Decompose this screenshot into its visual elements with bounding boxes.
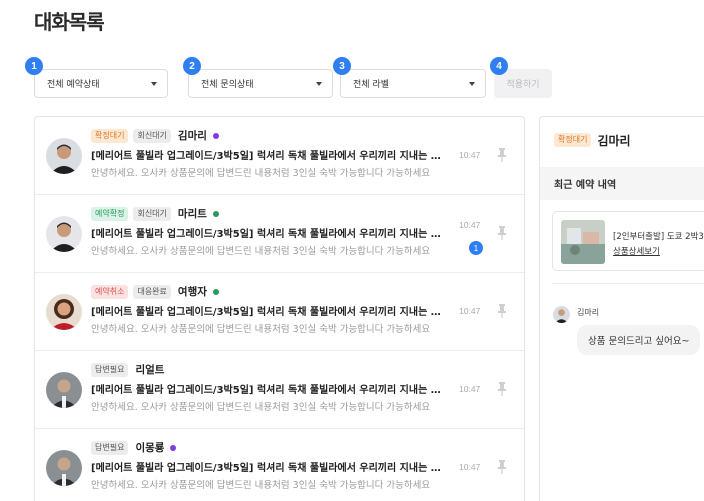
conversation-row[interactable]: 확정대기 회신대기 김마리 [메리어트 풀빌라 업그레이드/3박5일] 럭셔리 … [35, 117, 524, 195]
customer-name: 여행자 [177, 286, 207, 298]
customer-name: 마리트 [177, 208, 207, 220]
pin-icon[interactable] [496, 226, 508, 240]
row-tags: 답변필요 이몽룡 [91, 440, 177, 455]
conversation-list: 확정대기 회신대기 김마리 [메리어트 풀빌라 업그레이드/3박5일] 럭셔리 … [34, 116, 525, 501]
status-badge: 답변필요 [91, 362, 129, 377]
recent-bookings-heading: 최근 예약 내역 [540, 167, 704, 200]
conversation-time: 10:47 [459, 150, 481, 160]
customer-name: 김마리 [177, 130, 207, 142]
pin-icon[interactable] [496, 148, 508, 162]
reservation-status-select[interactable]: 전체 예약상태 [34, 69, 168, 98]
pin-icon[interactable] [496, 460, 508, 474]
row-tags: 예약취소 대응완료 여행자 [91, 284, 219, 299]
conversation-preview: 안녕하세요. 오사카 상품문의에 답변드린 내용처럼 3인실 숙박 가능합니다 … [91, 324, 431, 335]
conversation-time: 10:47 [459, 220, 481, 230]
booking-title: [2인부터출발] 도쿄 2박3일 [613, 232, 704, 242]
avatar [46, 450, 82, 486]
conversation-row[interactable]: 답변필요 이몽룡 [메리어트 풀빌라 업그레이드/3박5일] 럭셔리 독채 풀빌… [35, 429, 524, 501]
conversation-time: 10:47 [459, 306, 481, 316]
conversation-preview: 안녕하세요. 오사카 상품문의에 답변드린 내용처럼 3인실 숙박 가능합니다 … [91, 402, 431, 413]
avatar [46, 138, 82, 174]
step-badge-2: 2 [183, 57, 201, 75]
avatar [46, 216, 82, 252]
conversation-time: 10:47 [459, 384, 481, 394]
page-title: 대화목록 [34, 10, 105, 34]
unread-count-badge: 1 [469, 241, 483, 255]
inquiry-status-select[interactable]: 전체 문의상태 [188, 69, 333, 98]
chevron-down-icon [469, 81, 475, 86]
customer-name: 리얼트 [135, 364, 165, 376]
label-dot [212, 132, 219, 139]
step-badge-4: 4 [490, 57, 508, 75]
label-dot [212, 288, 219, 295]
conversation-title: [메리어트 풀빌라 업그레이드/3박5일] 럭셔리 독채 풀빌라에서 우리끼리 … [91, 307, 447, 318]
divider [552, 283, 704, 284]
chevron-down-icon [151, 81, 157, 86]
status-badge: 예약확정 [91, 206, 129, 221]
chevron-down-icon [316, 81, 322, 86]
detail-customer-name: 김마리 [597, 133, 631, 148]
conversation-title: [메리어트 풀빌라 업그레이드/3박5일] 럭셔리 독채 풀빌라에서 우리끼리 … [91, 385, 447, 396]
conversation-title: [메리어트 풀빌라 업그레이드/3박5일] 럭셔리 독채 풀빌라에서 우리끼리 … [91, 151, 447, 162]
label-select[interactable]: 전체 라벨 [340, 69, 486, 98]
avatar [553, 306, 570, 323]
product-detail-link[interactable]: 상품상세보기 [613, 245, 660, 257]
label-dot [212, 210, 219, 217]
conversation-row[interactable]: 예약취소 대응완료 여행자 [메리어트 풀빌라 업그레이드/3박5일] 럭셔리 … [35, 273, 524, 351]
conversation-title: [메리어트 풀빌라 업그레이드/3박5일] 럭셔리 독채 풀빌라에서 우리끼리 … [91, 229, 447, 240]
status-badge: 회신대기 [133, 128, 171, 143]
avatar [46, 294, 82, 330]
status-badge: 답변필요 [91, 440, 129, 455]
row-tags: 예약확정 회신대기 마리트 [91, 206, 219, 221]
row-tags: 답변필요 리얼트 [91, 362, 164, 377]
customer-name: 이몽룡 [135, 442, 165, 454]
status-badge: 회신대기 [133, 206, 171, 221]
pin-icon[interactable] [496, 382, 508, 396]
detail-header: 확정대기 김마리 [540, 117, 704, 163]
row-tags: 확정대기 회신대기 김마리 [91, 128, 219, 143]
conversation-preview: 안녕하세요. 오사카 상품문의에 답변드린 내용처럼 3인실 숙박 가능합니다 … [91, 246, 431, 257]
conversation-preview: 안녕하세요. 오사카 상품문의에 답변드린 내용처럼 3인실 숙박 가능합니다 … [91, 168, 431, 179]
inquiry-status-value: 전체 문의상태 [201, 80, 254, 90]
message-bubble: 상품 문의드리고 싶어요~ [577, 325, 701, 355]
conversation-preview: 안녕하세요. 오사카 상품문의에 답변드린 내용처럼 3인실 숙박 가능합니다 … [91, 480, 431, 491]
status-badge: 대응완료 [133, 284, 171, 299]
conversation-title: [메리어트 풀빌라 업그레이드/3박5일] 럭셔리 독채 풀빌라에서 우리끼리 … [91, 463, 447, 474]
conversation-detail-panel: 확정대기 김마리 최근 예약 내역 [2인부터출발] 도쿄 2박3일 상품상세보… [539, 116, 704, 501]
conversation-row[interactable]: 예약확정 회신대기 마리트 [메리어트 풀빌라 업그레이드/3박5일] 럭셔리 … [35, 195, 524, 273]
step-badge-3: 3 [333, 57, 351, 75]
label-select-value: 전체 라벨 [353, 80, 389, 90]
reservation-status-value: 전체 예약상태 [47, 80, 100, 90]
status-badge: 예약취소 [91, 284, 129, 299]
conversation-row[interactable]: 답변필요 리얼트 [메리어트 풀빌라 업그레이드/3박5일] 럭셔리 독채 풀빌… [35, 351, 524, 429]
booking-card[interactable]: [2인부터출발] 도쿄 2박3일 상품상세보기 [552, 211, 704, 271]
step-badge-1: 1 [25, 57, 43, 75]
booking-thumbnail [561, 220, 605, 264]
pin-icon[interactable] [496, 304, 508, 318]
label-dot [170, 444, 177, 451]
avatar [46, 372, 82, 408]
conversation-time: 10:47 [459, 462, 481, 472]
message-sender: 김마리 [577, 308, 600, 317]
status-badge: 확정대기 [554, 133, 592, 147]
status-badge: 확정대기 [91, 128, 129, 143]
